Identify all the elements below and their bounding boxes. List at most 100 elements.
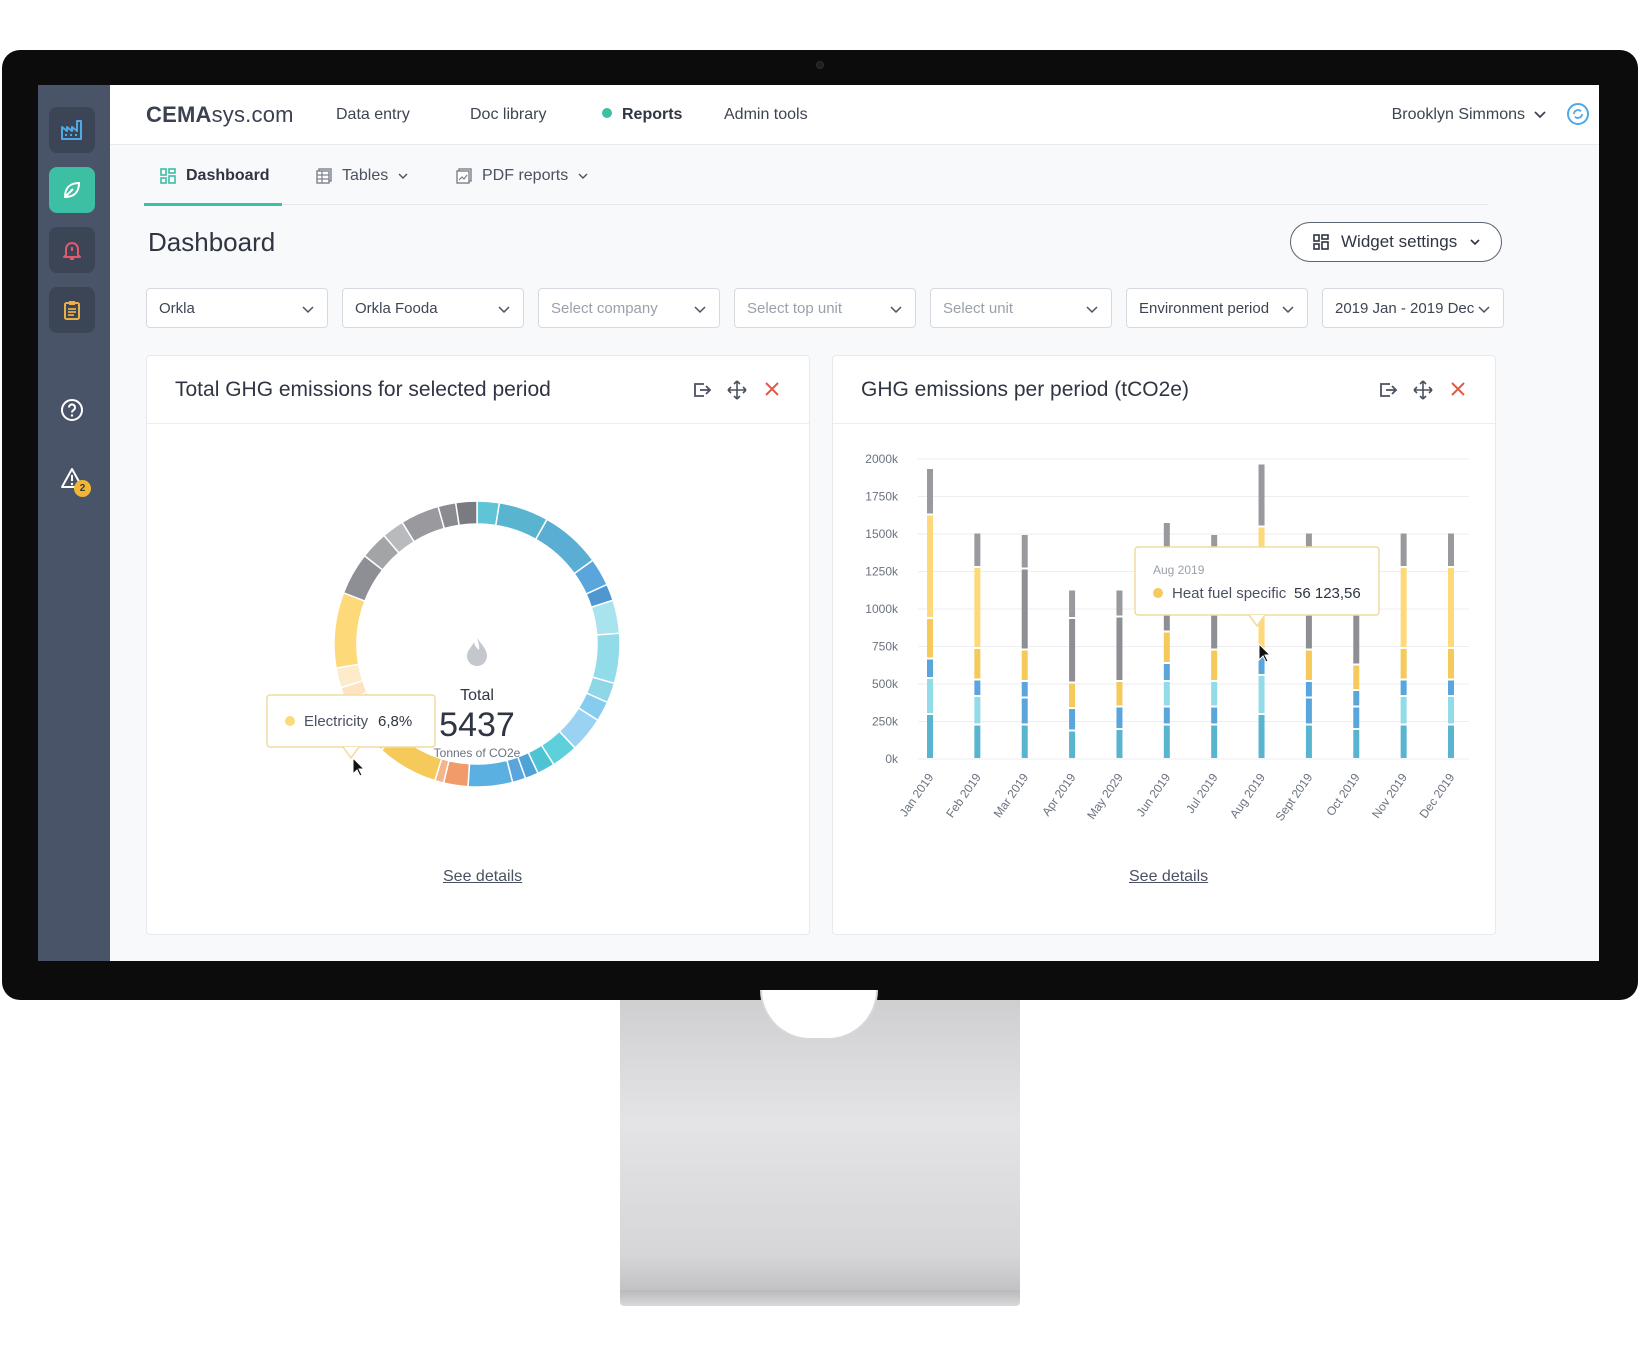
chevron-down-icon[interactable] [1533, 107, 1547, 121]
bar-segment[interactable] [1021, 725, 1028, 759]
export-icon[interactable] [1378, 380, 1398, 400]
bar-segment[interactable] [1116, 707, 1123, 729]
bar-segment[interactable] [1069, 709, 1076, 730]
bar-segment[interactable] [1448, 697, 1454, 724]
bar-segment[interactable] [1116, 590, 1123, 616]
donut-segment[interactable] [333, 591, 366, 669]
bar-segment[interactable] [1305, 650, 1312, 681]
bar-segment[interactable] [1400, 680, 1407, 696]
bar-segment[interactable] [974, 533, 981, 567]
bar-segment[interactable] [1163, 707, 1170, 724]
bar-segment[interactable] [1211, 725, 1218, 759]
bar-segment[interactable] [1069, 683, 1076, 708]
donut-segment[interactable] [591, 632, 621, 685]
bar-segment[interactable] [927, 659, 933, 678]
bar-segment[interactable] [1400, 568, 1407, 647]
filter-top-unit-select[interactable]: Select top unit [734, 288, 916, 328]
donut-segment[interactable] [590, 599, 621, 636]
bar-segment[interactable] [1069, 731, 1076, 759]
bar-segment[interactable] [927, 715, 933, 758]
bar-segment[interactable] [1448, 725, 1454, 759]
tab-tables[interactable]: Tables [316, 167, 408, 185]
donut-segment[interactable] [467, 759, 514, 788]
bar-segment[interactable] [1021, 535, 1028, 568]
bar-segment[interactable] [1069, 619, 1076, 682]
bar-segment[interactable] [974, 697, 981, 724]
bar-segment[interactable] [1353, 665, 1360, 690]
bar-segment[interactable] [1258, 676, 1265, 713]
bar-segment[interactable] [1069, 590, 1076, 618]
bar-segment[interactable] [1305, 698, 1312, 724]
bar-segment[interactable] [1116, 682, 1123, 706]
bar-segment[interactable] [1163, 725, 1170, 759]
bar-segment[interactable] [927, 679, 933, 713]
tab-dashboard[interactable]: Dashboard [160, 167, 270, 185]
bar-segment[interactable] [974, 680, 981, 696]
bar-segment[interactable] [1353, 730, 1360, 758]
sidebar-help-button[interactable] [49, 387, 95, 433]
bar-segment[interactable] [974, 725, 981, 759]
filter-group-select[interactable]: Orkla Fooda [342, 288, 524, 328]
bar-segment[interactable] [927, 469, 933, 514]
filter-unit-select[interactable]: Select unit [930, 288, 1112, 328]
bar-see-details-link[interactable]: See details [1129, 868, 1208, 886]
filter-company-select[interactable]: Select company [538, 288, 720, 328]
move-icon[interactable] [1413, 380, 1433, 400]
nav-admin-tools[interactable]: Admin tools [724, 106, 808, 124]
sidebar-warnings-button[interactable]: 2 [49, 455, 95, 501]
bar-segment[interactable] [1353, 707, 1360, 729]
x-tick-label: Apr 2019 [1039, 770, 1079, 818]
bar-segment[interactable] [1400, 533, 1407, 567]
bar-segment[interactable] [1448, 680, 1454, 696]
sidebar-tasks-button[interactable] [49, 287, 95, 333]
bar-segment[interactable] [1305, 725, 1312, 759]
tab-pdf-reports[interactable]: PDF reports [456, 167, 588, 185]
bar-segment[interactable] [974, 568, 981, 647]
bar-segment[interactable] [1448, 649, 1454, 679]
widget-settings-button[interactable]: Widget settings [1290, 222, 1502, 262]
export-icon[interactable] [692, 380, 712, 400]
bar-segment[interactable] [1400, 649, 1407, 679]
bar-segment[interactable] [1400, 697, 1407, 724]
filter-date-range-select[interactable]: 2019 Jan - 2019 Dec [1322, 288, 1504, 328]
close-icon[interactable] [1449, 380, 1467, 398]
nav-data-entry[interactable]: Data entry [336, 106, 410, 124]
bar-segment[interactable] [1211, 650, 1218, 681]
filter-period-type-select[interactable]: Environment period [1126, 288, 1308, 328]
bar-segment[interactable] [1400, 725, 1407, 759]
bar-segment[interactable] [1305, 682, 1312, 697]
move-icon[interactable] [727, 380, 747, 400]
bar-segment[interactable] [1353, 608, 1360, 664]
sync-icon[interactable] [1565, 101, 1591, 127]
bar-segment[interactable] [1211, 682, 1218, 706]
bar-segment[interactable] [1116, 617, 1123, 681]
nav-doc-library[interactable]: Doc library [470, 106, 546, 124]
donut-see-details-link[interactable]: See details [443, 868, 522, 886]
close-icon[interactable] [763, 380, 781, 398]
bar-segment[interactable] [1021, 698, 1028, 724]
app-logo[interactable]: CEMAsys.com [146, 102, 294, 128]
bar-segment[interactable] [1448, 568, 1454, 647]
bar-segment[interactable] [927, 619, 933, 658]
bar-segment[interactable] [974, 649, 981, 679]
bar-segment[interactable] [1211, 707, 1218, 724]
bar-segment[interactable] [1021, 650, 1028, 681]
bar-segment[interactable] [1258, 464, 1265, 526]
bar-segment[interactable] [927, 515, 933, 618]
bar-segment[interactable] [1116, 730, 1123, 758]
bar-segment[interactable] [1163, 682, 1170, 706]
filter-corporation-select[interactable]: Orkla [146, 288, 328, 328]
bar-segment[interactable] [1353, 691, 1360, 706]
sidebar-environment-button[interactable] [49, 167, 95, 213]
bar-segment[interactable] [1163, 632, 1170, 663]
sidebar-notifications-button[interactable] [49, 227, 95, 273]
nav-reports[interactable]: Reports [602, 106, 682, 124]
user-menu[interactable]: Brooklyn Simmons [1392, 106, 1525, 124]
bar-segment[interactable] [1163, 664, 1170, 680]
bar-segment[interactable] [1021, 569, 1028, 649]
donut-segment[interactable] [454, 500, 478, 527]
bar-segment[interactable] [1021, 682, 1028, 697]
sidebar-factory-button[interactable] [49, 107, 95, 153]
bar-segment[interactable] [1448, 533, 1454, 567]
bar-segment[interactable] [1258, 715, 1265, 758]
